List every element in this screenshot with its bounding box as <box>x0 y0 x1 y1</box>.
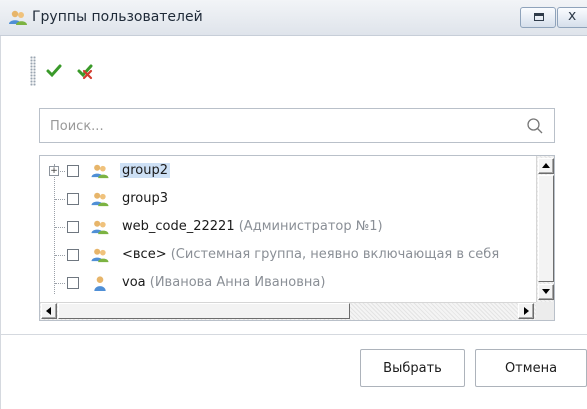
user-group-icon <box>91 220 109 235</box>
search-input[interactable] <box>48 117 518 135</box>
arrow-left-icon <box>46 307 51 315</box>
tree-connector <box>55 199 65 200</box>
select-button[interactable]: Выбрать <box>360 349 465 387</box>
tree-item-label: web_code_22221 <box>122 219 235 234</box>
tree-item-group2[interactable]: + group2 <box>40 160 536 184</box>
expand-icon[interactable]: + <box>49 166 59 176</box>
scrollbar-corner <box>536 302 554 320</box>
scroll-down-button[interactable] <box>538 284 554 300</box>
checkbox[interactable] <box>67 249 79 261</box>
uncheck-icon[interactable] <box>76 62 94 80</box>
checkbox[interactable] <box>67 221 79 233</box>
tree-item-label: group2 <box>120 163 171 178</box>
tree-item-label: voa <box>122 275 146 290</box>
tree-item-text: <все> (Системная группа, неявно включающ… <box>122 247 499 262</box>
user-group-icon <box>9 10 27 25</box>
check-icon[interactable] <box>45 62 63 80</box>
arrow-down-icon <box>542 289 550 294</box>
vertical-scroll-thumb[interactable] <box>538 175 554 282</box>
title-bar: Группы пользователей x <box>0 0 587 36</box>
checkbox[interactable] <box>67 165 79 177</box>
user-group-icon <box>91 192 109 207</box>
checkbox[interactable] <box>67 193 79 205</box>
tree-item-text: voa (Иванова Анна Ивановна) <box>122 275 325 290</box>
search-icon[interactable] <box>526 117 544 135</box>
toolbar <box>0 56 587 86</box>
tree-item-description: (Иванова Анна Ивановна) <box>149 275 326 290</box>
horizontal-scroll-thumb[interactable] <box>58 303 350 319</box>
close-icon: x <box>568 8 577 24</box>
scroll-right-button[interactable] <box>518 303 534 319</box>
tree-item-group3[interactable]: group3 <box>40 188 536 212</box>
tree-item-description: (Администратор №1) <box>238 219 383 234</box>
close-button[interactable]: x <box>557 7 587 28</box>
horizontal-scrollbar[interactable] <box>40 302 536 320</box>
tree-connector <box>55 227 65 228</box>
search-box <box>39 108 555 143</box>
user-icon <box>94 276 106 292</box>
divider <box>0 334 587 335</box>
tree-item-web-code[interactable]: web_code_22221 (Администратор №1) <box>40 216 536 240</box>
arrow-up-icon <box>542 163 550 168</box>
user-group-icon <box>91 164 109 179</box>
vertical-scrollbar[interactable] <box>536 156 554 302</box>
tree-item-label: <все> <box>122 247 167 262</box>
window-title: Группы пользователей <box>32 9 203 25</box>
tree-connector <box>60 171 65 172</box>
tree-item-all[interactable]: <все> (Системная группа, неявно включающ… <box>40 244 536 268</box>
tree-connector <box>55 255 65 256</box>
tree-item-label: group3 <box>122 191 169 206</box>
tree-item-description: (Системная группа, неявно включающая в с… <box>170 247 500 262</box>
group-tree: + group2 group3 web_code_22221 (Админист… <box>39 155 555 321</box>
tree-content: + group2 group3 web_code_22221 (Админист… <box>40 156 536 302</box>
cancel-button[interactable]: Отмена <box>475 349 587 387</box>
arrow-right-icon <box>524 307 529 315</box>
toolbar-grip[interactable] <box>30 56 36 86</box>
scroll-up-button[interactable] <box>538 158 554 174</box>
tree-item-text: web_code_22221 (Администратор №1) <box>122 219 383 234</box>
window-border <box>0 36 1 409</box>
restore-button[interactable] <box>520 7 556 28</box>
checkbox[interactable] <box>67 277 79 289</box>
restore-icon <box>534 13 544 21</box>
user-group-icon <box>91 248 109 263</box>
scroll-left-button[interactable] <box>41 303 57 319</box>
tree-item-voa[interactable]: voa (Иванова Анна Ивановна) <box>40 272 536 296</box>
tree-connector <box>55 283 65 284</box>
